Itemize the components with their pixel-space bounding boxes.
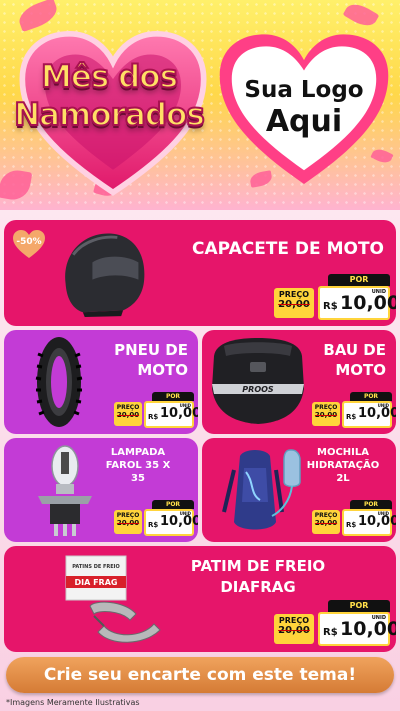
box-brand: DIA FRAG xyxy=(75,578,118,587)
unit-label: UNID xyxy=(371,289,386,295)
product-name: LAMPADA FAROL 35 X 35 xyxy=(88,446,188,485)
product-name-line-3: 35 xyxy=(131,473,145,484)
price-value: 10,00 xyxy=(358,406,396,421)
por-label: POR xyxy=(152,500,194,509)
currency: R$ xyxy=(346,521,357,529)
price-value: 10,00 xyxy=(160,406,198,421)
preco-label: PREÇO 20,00 xyxy=(274,614,314,644)
old-price: 20,00 xyxy=(314,411,338,419)
logo-placeholder[interactable]: Sua Logo Aqui xyxy=(218,76,390,140)
topcase-brand: PROOS xyxy=(242,385,274,394)
price-box: R$ 10,00 UNID xyxy=(342,509,396,536)
price-tag: POR PREÇO 20,00 R$ 10,00 UNID xyxy=(274,600,396,646)
disclaimer-text: *Imagens Meramente Ilustrativas xyxy=(6,698,140,707)
topcase-icon: PROOS xyxy=(212,338,304,424)
price-box: R$ 10,00 UNID xyxy=(318,612,396,646)
old-price: 20,00 xyxy=(116,519,140,527)
price-value: 10,00 xyxy=(160,514,198,529)
preco-label: PREÇO 20,00 xyxy=(114,510,142,534)
price-value: 10,00 xyxy=(340,292,396,314)
unit-label: UNID xyxy=(179,403,191,408)
por-label: POR xyxy=(350,500,392,509)
product-name-line-1: MOCHILA xyxy=(317,447,369,458)
price-value: 10,00 xyxy=(340,618,396,640)
unit-label: UNID xyxy=(179,511,191,516)
preco-label: PREÇO 20,00 xyxy=(274,288,314,318)
product-name: BAU DE MOTO xyxy=(296,340,386,380)
old-price: 20,00 xyxy=(278,299,310,310)
old-price: 20,00 xyxy=(314,519,338,527)
preco-text: PREÇO xyxy=(278,290,310,299)
product-name-line-2: DIAFRAG xyxy=(220,578,296,596)
old-price: 20,00 xyxy=(278,625,310,636)
por-label: POR xyxy=(350,392,392,401)
product-name-line-3: 2L xyxy=(336,473,350,484)
product-card-helmet[interactable]: -50% CAPACETE DE MOTO POR PREÇO 20,00 R$… xyxy=(4,220,396,326)
product-name: PNEU DE MOTO xyxy=(78,340,188,380)
price-box: R$ 10,00 UNID xyxy=(318,286,396,320)
price-tag: POR PREÇO 20,00 R$ 10,00 UNID xyxy=(274,274,396,320)
currency: R$ xyxy=(148,413,159,421)
header-banner: Mês dos Namorados Sua Logo Aqui xyxy=(0,0,400,210)
price-tag: POR PREÇO 20,00 R$ 10,00 UNID xyxy=(114,392,198,428)
currency: R$ xyxy=(323,627,338,638)
create-flyer-button[interactable]: Crie seu encarte com este tema! xyxy=(6,657,394,693)
discount-badge: -50% xyxy=(16,237,42,247)
product-card-topcase[interactable]: PROOS BAU DE MOTO POR PREÇO 20,00 R$ 10,… xyxy=(202,330,396,434)
unit-label: UNID xyxy=(371,615,386,621)
preco-text: PREÇO xyxy=(278,616,310,625)
currency: R$ xyxy=(323,301,338,312)
preco-text: PREÇO xyxy=(116,512,140,519)
currency: R$ xyxy=(148,521,159,529)
por-label: POR xyxy=(328,600,390,612)
product-card-backpack[interactable]: MOCHILA HIDRATAÇÃO 2L POR PREÇO 20,00 R$… xyxy=(202,438,396,542)
title-block: Mês dos Namorados xyxy=(13,58,206,134)
por-label: POR xyxy=(328,274,390,286)
tire-icon xyxy=(35,337,83,427)
logo-line-2: Aqui xyxy=(265,104,343,139)
product-name-line-1: BAU DE xyxy=(323,341,386,359)
unit-label: UNID xyxy=(377,511,389,516)
backpack-icon xyxy=(222,449,301,530)
preco-text: PREÇO xyxy=(314,512,338,519)
preco-label: PREÇO 20,00 xyxy=(312,402,340,426)
price-value: 10,00 xyxy=(358,514,396,529)
product-card-tire[interactable]: PNEU DE MOTO POR PREÇO 20,00 R$ 10,00 UN… xyxy=(4,330,198,434)
por-label: POR xyxy=(152,392,194,401)
price-tag: POR PREÇO 20,00 R$ 10,00 UNID xyxy=(114,500,198,536)
box-label: PATINS DE FREIO xyxy=(72,564,120,570)
product-name: CAPACETE DE MOTO xyxy=(192,239,384,259)
old-price: 20,00 xyxy=(116,411,140,419)
price-box: R$ 10,00 UNID xyxy=(342,401,396,428)
preco-text: PREÇO xyxy=(116,404,140,411)
price-box: R$ 10,00 UNID xyxy=(144,509,198,536)
currency: R$ xyxy=(346,413,357,421)
product-name: PATIM DE FREIO DIAFRAG xyxy=(158,556,358,598)
product-name-line-2: HIDRATAÇÃO xyxy=(306,460,380,471)
product-name-line-2: MOTO xyxy=(137,361,188,379)
product-name-line-1: LAMPADA xyxy=(110,447,166,458)
price-tag: POR PREÇO 20,00 R$ 10,00 UNID xyxy=(312,392,396,428)
unit-label: UNID xyxy=(377,403,389,408)
product-card-brake-pads[interactable]: PATINS DE FREIO DIA FRAG PATIM DE FREIO … xyxy=(4,546,396,652)
product-name-line-2: MOTO xyxy=(335,361,386,379)
preco-text: PREÇO xyxy=(314,404,338,411)
price-box: R$ 10,00 UNID xyxy=(144,401,198,428)
brake-pads-icon: PATINS DE FREIO DIA FRAG xyxy=(65,555,161,643)
logo-line-1: Sua Logo xyxy=(244,77,364,103)
price-tag: POR PREÇO 20,00 R$ 10,00 UNID xyxy=(312,500,396,536)
product-name-line-2: FAROL 35 X xyxy=(105,460,171,471)
product-name: MOCHILA HIDRATAÇÃO 2L xyxy=(298,446,388,485)
product-card-bulb[interactable]: LAMPADA FAROL 35 X 35 POR PREÇO 20,00 R$… xyxy=(4,438,198,542)
preco-label: PREÇO 20,00 xyxy=(114,402,142,426)
preco-label: PREÇO 20,00 xyxy=(312,510,340,534)
title-line-1: Mês dos xyxy=(40,58,179,96)
bulb-icon xyxy=(38,445,92,536)
title-line-2: Namorados xyxy=(13,96,206,134)
product-name-line-1: PATIM DE FREIO xyxy=(190,557,326,575)
product-name-line-1: PNEU DE xyxy=(114,341,188,359)
